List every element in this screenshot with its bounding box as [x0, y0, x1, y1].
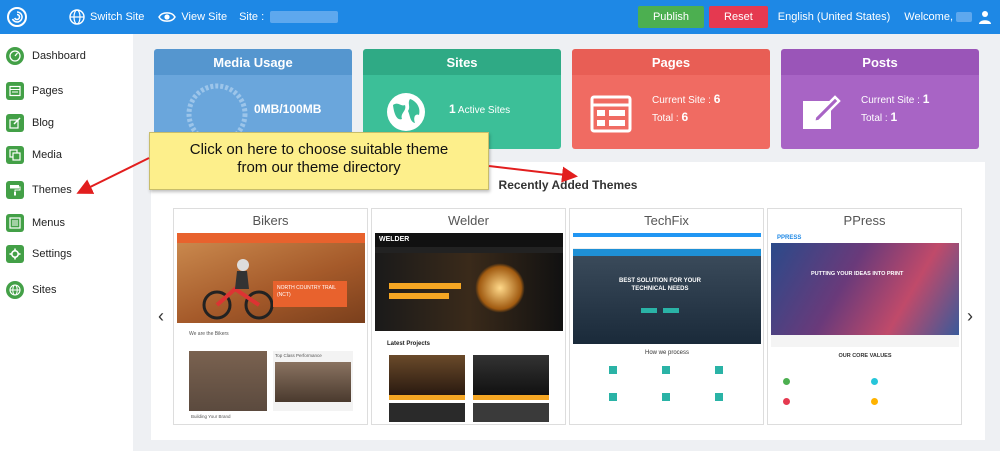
sidebar-item-label: Menus [32, 217, 66, 229]
sidebar-item-media[interactable]: Media [6, 143, 62, 167]
brand: WELDER [375, 233, 563, 247]
carousel-next-button[interactable]: › [967, 306, 973, 327]
sites-count-text: 1 Active Sites [449, 101, 510, 119]
app-logo-icon[interactable] [7, 7, 27, 27]
pages-icon [590, 95, 632, 133]
theme-preview: WELDER Latest Projects [375, 233, 563, 422]
posts-card[interactable]: Posts Current Site : 1 Total : 1 [781, 49, 979, 149]
dashboard-icon [6, 47, 24, 65]
sidebar-item-label: Sites [32, 284, 57, 296]
paint-roller-icon [6, 181, 24, 199]
total-value: 6 [681, 110, 689, 124]
hero-text: NORTH COUNTRY TRAIL (NCT) [273, 281, 347, 307]
sidebar-item-label: Blog [32, 117, 55, 129]
sub-heading: Top Class Performance [275, 353, 322, 358]
sidebar-item-themes[interactable]: Themes [6, 178, 72, 202]
site-label: Site : [239, 11, 265, 23]
total-value: 1 [890, 110, 898, 124]
publish-button[interactable]: Publish [637, 6, 705, 28]
theme-name: Bikers [252, 213, 289, 228]
sidebar-item-label: Pages [32, 85, 64, 97]
current-site-value: 6 [713, 92, 721, 106]
brand: PPRESS [777, 235, 802, 241]
switch-site-label: Switch Site [90, 11, 145, 23]
globe-icon [69, 9, 85, 25]
hero-text: PUTTING YOUR IDEAS INTO PRINT [811, 271, 904, 277]
reset-button[interactable]: Reset [709, 6, 768, 28]
sites-count-value: 1 [449, 102, 456, 116]
sidebar-item-pages[interactable]: Pages [6, 79, 63, 103]
menus-icon [6, 214, 24, 232]
sites-count-suffix: Active Sites [457, 105, 511, 116]
current-site-label: Current Site : [652, 95, 711, 106]
sidebar-item-label: Themes [32, 184, 72, 196]
language-selector[interactable]: English (United States) [778, 11, 891, 23]
carousel-prev-button[interactable]: ‹ [158, 306, 164, 327]
theme-card-ppress[interactable]: PPress PPRESS PUTTING YOUR IDEAS INTO PR… [767, 208, 962, 425]
site-name-redacted [270, 11, 339, 23]
section-heading: OUR CORE VALUES [838, 353, 892, 359]
section-heading: How we process [644, 350, 689, 356]
sidebar-item-label: Media [32, 149, 62, 161]
sidebar-item-label: Settings [32, 248, 72, 260]
callout-note: Click on here to choose suitable theme f… [149, 132, 489, 190]
media-usage-value: 0MB/100MB [254, 102, 322, 116]
sidebar: Dashboard Pages Blog Media Themes Menus … [0, 34, 133, 451]
sidebar-item-blog[interactable]: Blog [6, 111, 54, 135]
card-title: Pages [572, 49, 770, 75]
card-title: Media Usage [154, 49, 352, 75]
total-label: Total : [861, 113, 888, 124]
pages-icon [6, 82, 24, 100]
pages-stats: Current Site : 6 Total : 6 [652, 91, 720, 127]
callout-line-1: Click on here to choose suitable theme [189, 141, 449, 158]
view-site-button[interactable]: View Site [158, 10, 227, 24]
callout-line-2: from our theme directory [237, 159, 401, 176]
card-title: Sites [363, 49, 561, 75]
section-heading: Latest Projects [387, 341, 431, 347]
section-heading: We are the Bikers [189, 331, 229, 337]
pages-card[interactable]: Pages Current Site : 6 Total : 6 [572, 49, 770, 149]
blog-icon [6, 114, 24, 132]
switch-site-button[interactable]: Switch Site [69, 9, 144, 25]
current-site-label: Current Site : [861, 95, 920, 106]
globe-icon [387, 93, 425, 131]
welcome-user[interactable]: Welcome, [904, 11, 972, 23]
sidebar-item-dashboard[interactable]: Dashboard [6, 44, 86, 68]
hero-line-2: TECHNICAL NEEDS [631, 286, 689, 292]
edit-icon [803, 95, 841, 129]
theme-preview: BEST SOLUTION FOR YOUR TECHNICAL NEEDS H… [573, 233, 761, 422]
theme-card-techfix[interactable]: TechFix BEST SOLUTION FOR YOUR TECHNICAL… [569, 208, 764, 425]
media-icon [6, 146, 24, 164]
recently-added-themes-panel: Recently Added Themes Bikers NORTH COUNT… [151, 162, 985, 440]
theme-preview: PPRESS PUTTING YOUR IDEAS INTO PRINT OUR… [771, 233, 959, 422]
globe-icon [6, 281, 24, 299]
footer-heading: Building Your Brand [191, 414, 231, 419]
hero-line-1: BEST SOLUTION FOR YOUR [619, 278, 701, 284]
gear-icon [6, 245, 24, 263]
eye-icon [158, 12, 177, 22]
posts-stats: Current Site : 1 Total : 1 [861, 91, 929, 127]
sidebar-item-sites[interactable]: Sites [6, 278, 56, 302]
top-bar: Switch Site View Site Site : Publish Res… [0, 0, 1000, 34]
username-redacted [956, 12, 972, 22]
theme-card-welder[interactable]: Welder WELDER Latest Projects [371, 208, 566, 425]
theme-card-bikers[interactable]: Bikers NORTH COUNTRY TRAIL (NCT) We are … [173, 208, 368, 425]
card-title: Posts [781, 49, 979, 75]
theme-name: Welder [448, 213, 489, 228]
view-site-label: View Site [181, 11, 228, 23]
sidebar-item-menus[interactable]: Menus [6, 211, 65, 235]
sidebar-item-settings[interactable]: Settings [6, 242, 72, 266]
theme-preview: NORTH COUNTRY TRAIL (NCT) We are the Bik… [177, 233, 365, 422]
theme-name: TechFix [644, 213, 689, 228]
user-icon[interactable] [978, 10, 992, 24]
total-label: Total : [652, 113, 679, 124]
sidebar-item-label: Dashboard [32, 50, 86, 62]
welcome-label: Welcome, [904, 11, 953, 23]
theme-name: PPress [843, 213, 886, 228]
current-site-value: 1 [922, 92, 930, 106]
